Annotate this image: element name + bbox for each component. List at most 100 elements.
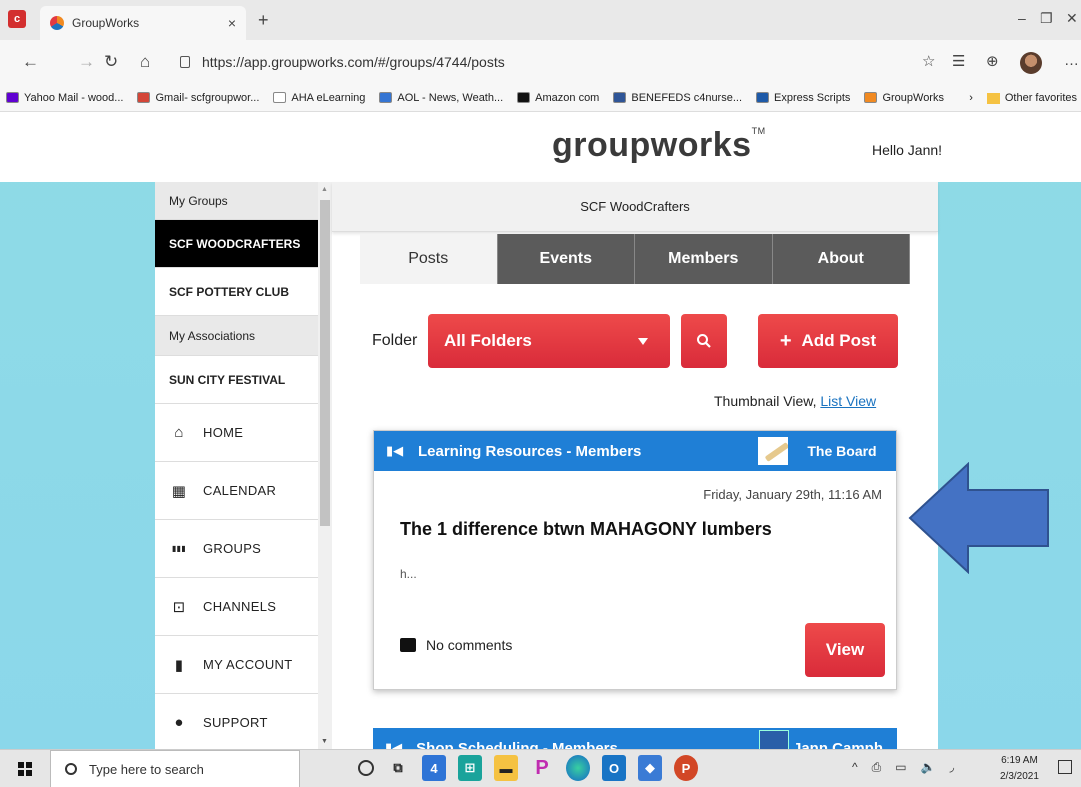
page-content: groupworksTM Hello Jann! My Groups SCF W…: [0, 112, 1081, 749]
home-icon[interactable]: ⌂: [140, 52, 150, 72]
sidebar-nav-label: CHANNELS: [203, 599, 277, 614]
notification-icon[interactable]: [1058, 760, 1072, 774]
bookmark-item[interactable]: BENEFEDS c4nurse...: [613, 92, 742, 104]
bookmark-label: AOL - News, Weath...: [397, 91, 504, 104]
support-icon: ●: [174, 714, 184, 731]
bookmark-item[interactable]: Express Scripts: [756, 92, 850, 104]
back-icon[interactable]: ←: [22, 52, 39, 72]
sidebar-item-sun-city-festival[interactable]: SUN CITY FESTIVAL: [155, 356, 331, 404]
close-window-icon[interactable]: ✕: [1066, 10, 1078, 27]
megaphone-icon: ▮◀: [386, 443, 404, 458]
sidebar-nav-label: GROUPS: [203, 541, 262, 556]
sidebar-item-scf-pottery-club[interactable]: SCF POTTERY CLUB: [155, 268, 331, 316]
sidebar-section-my-groups: My Groups: [155, 182, 331, 220]
calendar-app-icon[interactable]: 4: [422, 755, 446, 781]
sidebar-nav-label: CALENDAR: [203, 483, 277, 498]
restore-icon[interactable]: ❐: [1040, 10, 1053, 27]
bookmark-favicon-icon: [864, 92, 878, 103]
bookmark-item[interactable]: Amazon com: [517, 92, 599, 104]
sidebar-scrollbar[interactable]: ▲ ▼: [318, 182, 332, 749]
store-app-icon[interactable]: ⊞: [458, 755, 482, 781]
volume-icon[interactable]: 🔈: [921, 760, 936, 775]
calendar-icon: ▦: [171, 482, 187, 500]
tab-posts[interactable]: Posts: [360, 234, 498, 284]
scrollbar-thumb[interactable]: [320, 200, 330, 526]
favorites-list-icon[interactable]: ☰: [952, 52, 965, 70]
taskbar-search-placeholder: Type here to search: [89, 761, 204, 777]
url-text: https://app.groupworks.com/#/groups/4744…: [202, 54, 505, 70]
tab-members[interactable]: Members: [635, 234, 773, 284]
groupworks-logo[interactable]: groupworksTM: [552, 126, 766, 165]
tab-events[interactable]: Events: [497, 234, 635, 284]
windows-start-icon[interactable]: [18, 762, 32, 776]
bookmark-label: Express Scripts: [774, 91, 851, 104]
post-comments[interactable]: No comments: [400, 637, 512, 653]
bookmark-favicon-icon: [756, 92, 770, 103]
taskbar-clock[interactable]: 6:19 AM 2/3/2021: [1000, 753, 1039, 785]
tab-about[interactable]: About: [772, 234, 910, 284]
address-bar: ← → ↻ ⌂ https://app.groupworks.com/#/gro…: [0, 40, 1081, 84]
add-post-label: Add Post: [801, 331, 877, 350]
app-icon[interactable]: ◆: [638, 755, 662, 781]
post-title[interactable]: The 1 difference btwn MAHAGONY lumbers: [400, 519, 772, 540]
tab-close-icon[interactable]: ×: [228, 15, 236, 31]
view-toggle: Thumbnail View, List View: [714, 393, 876, 409]
groupworks-favicon-icon: [50, 16, 64, 30]
channels-icon: ⊡: [172, 598, 186, 616]
minimize-icon[interactable]: –: [1018, 10, 1026, 26]
bookmark-item[interactable]: Yahoo Mail - wood...: [6, 92, 123, 104]
bookmark-item[interactable]: AOL - News, Weath...: [379, 92, 503, 104]
edge-browser-icon[interactable]: [566, 755, 590, 781]
task-view-icon[interactable]: ⧉: [386, 755, 410, 781]
battery-icon[interactable]: ▭: [895, 760, 906, 775]
new-tab-button[interactable]: +: [258, 10, 269, 31]
refresh-icon[interactable]: ↻: [104, 52, 118, 72]
chevron-right-icon[interactable]: ›: [969, 92, 973, 104]
sidebar-nav-calendar[interactable]: ▦ CALENDAR: [155, 462, 331, 520]
bookmark-item[interactable]: GroupWorks: [864, 92, 944, 104]
sidebar-nav-support[interactable]: ● SUPPORT: [155, 694, 331, 749]
list-view-link[interactable]: List View: [820, 393, 876, 409]
url-field[interactable]: https://app.groupworks.com/#/groups/4744…: [180, 50, 940, 74]
sidebar-nav-my-account[interactable]: ▮ MY ACCOUNT: [155, 636, 331, 694]
sidebar-nav-label: MY ACCOUNT: [203, 657, 293, 672]
wifi-icon[interactable]: ◞: [950, 760, 955, 775]
comment-icon: [400, 638, 416, 652]
post2-category[interactable]: Shop Scheduling - Members: [416, 740, 618, 750]
clock-date: 2/3/2021: [1000, 771, 1039, 782]
folder-select[interactable]: All Folders: [428, 314, 670, 368]
picsart-icon[interactable]: P: [530, 755, 554, 781]
scroll-up-icon[interactable]: ▲: [321, 186, 328, 193]
forward-icon[interactable]: →: [78, 52, 95, 72]
bookmark-item[interactable]: Gmail- scfgroupwor...: [137, 92, 259, 104]
add-post-button[interactable]: + Add Post: [758, 314, 898, 368]
view-post-button[interactable]: View: [805, 623, 885, 677]
more-menu-icon[interactable]: …: [1064, 52, 1079, 69]
folder-icon: [986, 92, 1000, 104]
sidebar-nav-home[interactable]: ⌂ HOME: [155, 404, 331, 462]
outlook-icon[interactable]: O: [602, 755, 626, 781]
search-button[interactable]: [681, 314, 727, 368]
browser-app-icon[interactable]: c: [8, 10, 26, 28]
sidebar-item-scf-woodcrafters[interactable]: SCF WOODCRAFTERS: [155, 220, 331, 268]
powerpoint-icon[interactable]: P: [674, 755, 698, 781]
scroll-down-icon[interactable]: ▼: [321, 738, 328, 745]
favorite-star-icon[interactable]: ☆: [922, 52, 935, 70]
system-tray: ^ ⎙ ▭ 🔈 ◞: [852, 760, 954, 775]
file-explorer-icon[interactable]: ▬: [494, 755, 518, 781]
collections-icon[interactable]: ⊕: [986, 52, 999, 70]
profile-avatar[interactable]: [1020, 52, 1042, 74]
clock-time: 6:19 AM: [1001, 755, 1038, 766]
sidebar-nav-groups[interactable]: ▮▮▮ GROUPS: [155, 520, 331, 578]
browser-tab[interactable]: GroupWorks ×: [40, 6, 246, 40]
taskbar-search-input[interactable]: Type here to search: [50, 750, 300, 787]
sidebar-section-my-associations: My Associations: [155, 316, 331, 356]
sidebar-nav-channels[interactable]: ⊡ CHANNELS: [155, 578, 331, 636]
other-favorites[interactable]: › Other favorites: [969, 84, 1081, 111]
cortana-icon[interactable]: [358, 760, 374, 776]
chevron-up-icon[interactable]: ^: [852, 760, 858, 775]
greeting-text: Hello Jann!: [872, 142, 943, 158]
tray-app-icon[interactable]: ⎙: [872, 760, 882, 775]
bookmark-item[interactable]: AHA eLearning: [273, 92, 365, 104]
sidebar: My Groups SCF WOODCRAFTERS SCF POTTERY C…: [155, 182, 331, 749]
